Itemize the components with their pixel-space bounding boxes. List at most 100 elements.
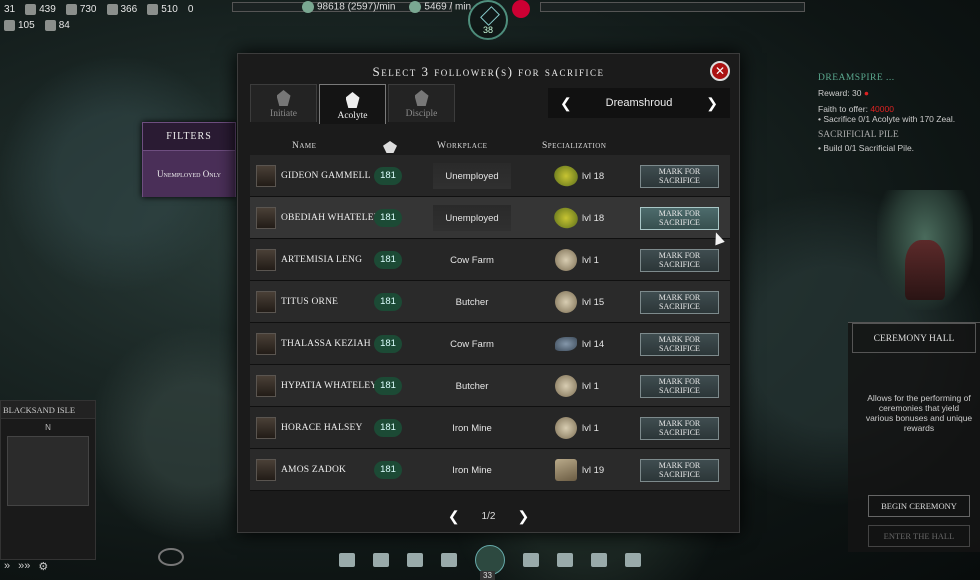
specialization-level: lvl 1 bbox=[582, 254, 599, 266]
blood-icon: ● bbox=[863, 88, 869, 98]
rank-tabs: Initiate Acolyte Disciple bbox=[250, 84, 457, 124]
stone-icon bbox=[106, 3, 118, 15]
play-speed-icon[interactable]: » bbox=[4, 560, 10, 573]
workplace-cell: Iron Mine bbox=[452, 422, 492, 434]
zeal-badge: 181 bbox=[374, 209, 402, 227]
build-icon[interactable] bbox=[339, 553, 355, 567]
table-header: Name Workplace Specialization bbox=[250, 139, 730, 155]
cult-center-icon[interactable]: 33 bbox=[475, 545, 505, 580]
resource-3: 730 bbox=[65, 2, 97, 16]
table-row[interactable]: Obediah Whateley 181 Unemployed lvl 18 Mark … bbox=[250, 197, 730, 239]
table-row[interactable]: Hypatia Whateley 181 Butcher lvl 1 Mark for … bbox=[250, 365, 730, 407]
workplace-cell: Butcher bbox=[455, 380, 489, 392]
skull-icon[interactable] bbox=[512, 0, 530, 18]
research-icon[interactable] bbox=[591, 553, 607, 567]
disciple-icon bbox=[414, 90, 429, 106]
settings-gear-icon[interactable]: ⚙ bbox=[38, 560, 48, 573]
table-row[interactable]: Artemisia Leng 181 Cow Farm lvl 1 Mark for S… bbox=[250, 239, 730, 281]
table-row[interactable]: Thalassa Keziah 181 Cow Farm lvl 14 Mark for… bbox=[250, 323, 730, 365]
zeal-badge: 181 bbox=[374, 167, 402, 185]
workplace-cell: Butcher bbox=[455, 296, 489, 308]
resource-6: 0 bbox=[187, 3, 194, 15]
resource-2: 439 bbox=[25, 2, 56, 16]
resource-7: 105 bbox=[4, 18, 35, 32]
unemployed-only-filter[interactable]: Unemployed Only bbox=[143, 151, 235, 197]
housing-icon[interactable] bbox=[407, 553, 423, 567]
minimap[interactable]: Blacksand Isle N bbox=[0, 400, 96, 560]
sacrifice-dialog: Select 3 follower(s) for sacrifice ✕ Ini… bbox=[237, 53, 740, 533]
ore-icon bbox=[555, 417, 577, 439]
faith-income: 98618 (2597)/min bbox=[302, 1, 395, 13]
tab-initiate[interactable]: Initiate bbox=[250, 84, 317, 122]
production-icon[interactable] bbox=[441, 553, 457, 567]
zeal-badge: 181 bbox=[374, 335, 402, 353]
deity-portrait bbox=[877, 190, 973, 310]
column-workplace[interactable]: Workplace bbox=[437, 141, 487, 151]
fast-speed-icon[interactable]: »» bbox=[18, 560, 30, 573]
tab-acolyte[interactable]: Acolyte bbox=[319, 84, 386, 124]
workplace-cell: Cow Farm bbox=[450, 338, 494, 350]
mark-for-sacrifice-button[interactable]: Mark for Sacrifice bbox=[640, 459, 719, 482]
region-next-button[interactable]: ❯ bbox=[706, 95, 718, 112]
follower-name: Hypatia Whateley bbox=[281, 381, 378, 391]
begin-ceremony-button[interactable]: Begin Ceremony bbox=[868, 495, 970, 517]
follower-portrait bbox=[256, 417, 276, 439]
resource-5: 510 bbox=[147, 2, 178, 16]
resource-4: 366 bbox=[106, 2, 137, 16]
pile-objective: • Build 0/1 Sacrificial Pile. bbox=[818, 143, 915, 153]
column-name[interactable]: Name bbox=[292, 141, 316, 151]
ore-icon bbox=[555, 249, 577, 271]
religion-icon[interactable] bbox=[557, 553, 573, 567]
faith-to-offer: Faith to offer: 40000 bbox=[818, 104, 894, 114]
follower-portrait bbox=[256, 333, 276, 355]
enter-hall-button[interactable]: Enter the Hall bbox=[868, 525, 970, 547]
table-row[interactable]: Titus Orne 181 Butcher lvl 15 Mark for Sacri… bbox=[250, 281, 730, 323]
bottom-toolbar: 33 bbox=[300, 540, 680, 580]
zeal-badge: 181 bbox=[374, 293, 402, 311]
trade-icon[interactable] bbox=[523, 553, 539, 567]
mark-for-sacrifice-button[interactable]: Mark for Sacrifice bbox=[640, 291, 719, 314]
specialization-level: lvl 1 bbox=[582, 380, 599, 392]
mark-for-sacrifice-button[interactable]: Mark for Sacrifice bbox=[640, 249, 719, 272]
wreath-icon[interactable] bbox=[158, 548, 184, 566]
resource-bar: 31 439 730 366 510 0 105 84 bbox=[0, 0, 210, 34]
region-name: Dreamshroud bbox=[605, 97, 673, 109]
follower-portrait bbox=[256, 375, 276, 397]
resource-1: 31 bbox=[4, 3, 16, 15]
follower-name: Horace Halsey bbox=[281, 423, 363, 433]
sacrifice-objective: • Sacrifice 0/1 Acolyte with 170 Zeal. bbox=[818, 114, 956, 124]
ceremony-description: Allows for the performing of ceremonies … bbox=[865, 393, 973, 433]
mark-for-sacrifice-button[interactable]: Mark for Sacrifice bbox=[640, 333, 719, 356]
next-page-button[interactable]: ❯ bbox=[517, 508, 529, 525]
table-row[interactable]: Horace Halsey 181 Iron Mine lvl 1 Mark for S… bbox=[250, 407, 730, 449]
zeal-badge: 181 bbox=[374, 461, 402, 479]
close-button[interactable]: ✕ bbox=[710, 61, 730, 81]
column-specialization[interactable]: Specialization bbox=[542, 141, 606, 151]
roads-icon[interactable] bbox=[373, 553, 389, 567]
tab-disciple[interactable]: Disciple bbox=[388, 84, 455, 122]
table-row[interactable]: Gideon Gammell 181 Unemployed lvl 18 Mark fo… bbox=[250, 155, 730, 197]
workplace-cell: Unemployed bbox=[433, 205, 511, 231]
specialization-level: lvl 14 bbox=[582, 338, 605, 350]
table-row[interactable]: Amos Zadok 181 Iron Mine lvl 19 Mark for Sac… bbox=[250, 449, 730, 491]
dialog-title: Select 3 follower(s) for sacrifice bbox=[372, 64, 605, 79]
prev-page-button[interactable]: ❮ bbox=[448, 508, 460, 525]
compass-icon[interactable]: 38 bbox=[468, 0, 508, 40]
food-icon bbox=[4, 19, 15, 31]
knowledge-icon bbox=[409, 1, 422, 13]
workplace-cell: Cow Farm bbox=[450, 254, 494, 266]
wood-icon bbox=[65, 3, 77, 15]
acolyte-icon bbox=[345, 92, 360, 108]
minimap-view[interactable] bbox=[7, 436, 89, 506]
mark-for-sacrifice-button[interactable]: Mark for Sacrifice bbox=[640, 207, 719, 230]
mark-for-sacrifice-button[interactable]: Mark for Sacrifice bbox=[640, 417, 719, 440]
initiate-icon bbox=[276, 90, 291, 106]
column-zeal-icon[interactable] bbox=[383, 141, 397, 153]
gold-icon bbox=[25, 3, 37, 15]
specialization-level: lvl 18 bbox=[582, 212, 605, 224]
follower-portrait bbox=[256, 249, 276, 271]
stats-icon[interactable] bbox=[625, 553, 641, 567]
mark-for-sacrifice-button[interactable]: Mark for Sacrifice bbox=[640, 375, 719, 398]
region-prev-button[interactable]: ❮ bbox=[560, 95, 572, 112]
mark-for-sacrifice-button[interactable]: Mark for Sacrifice bbox=[640, 165, 719, 188]
